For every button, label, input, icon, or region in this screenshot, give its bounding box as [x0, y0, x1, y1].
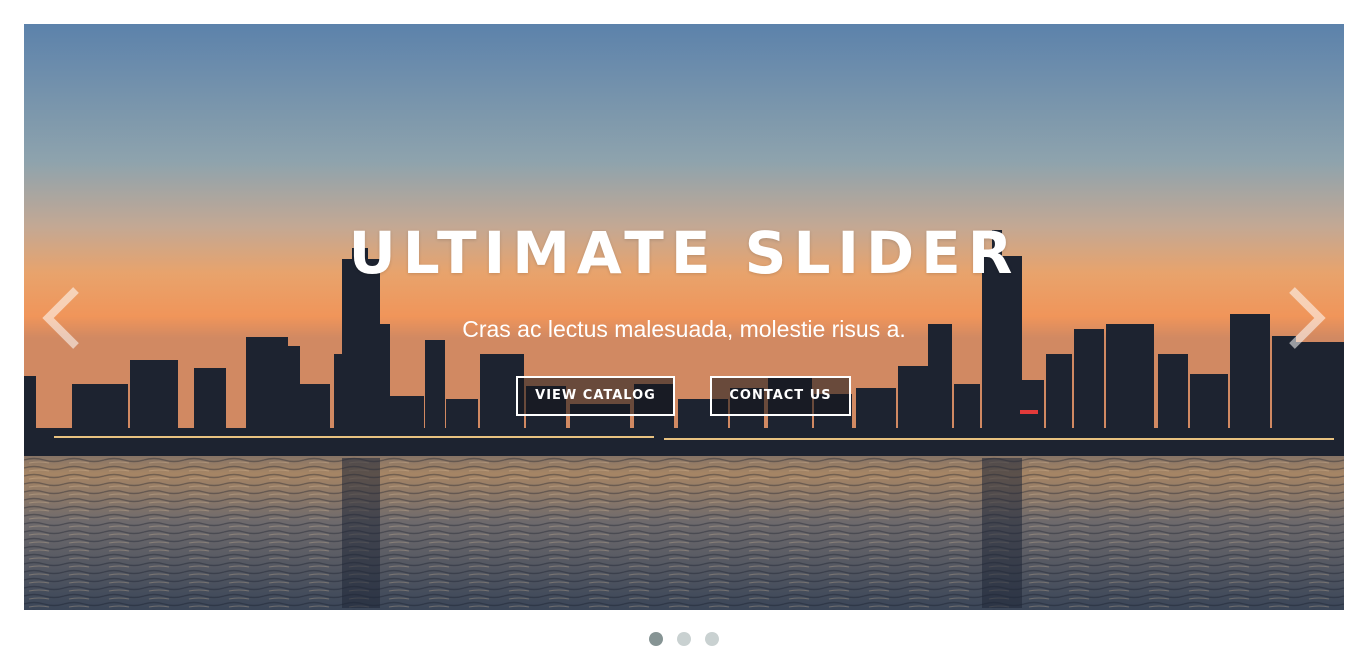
slide-subtitle: Cras ac lectus malesuada, molestie risus…	[462, 316, 906, 342]
contact-us-button[interactable]: CONTACT US	[710, 376, 851, 416]
slider-dot-2[interactable]	[677, 632, 691, 646]
hero-slider: ULTIMATE SLIDER Cras ac lectus malesuada…	[24, 24, 1344, 610]
slider-dot-3[interactable]	[705, 632, 719, 646]
slider-dot-1[interactable]	[649, 632, 663, 646]
view-catalog-button[interactable]: VIEW CATALOG	[516, 376, 675, 416]
slide-title: ULTIMATE SLIDER	[348, 219, 1020, 287]
slider-pagination	[0, 632, 1368, 646]
